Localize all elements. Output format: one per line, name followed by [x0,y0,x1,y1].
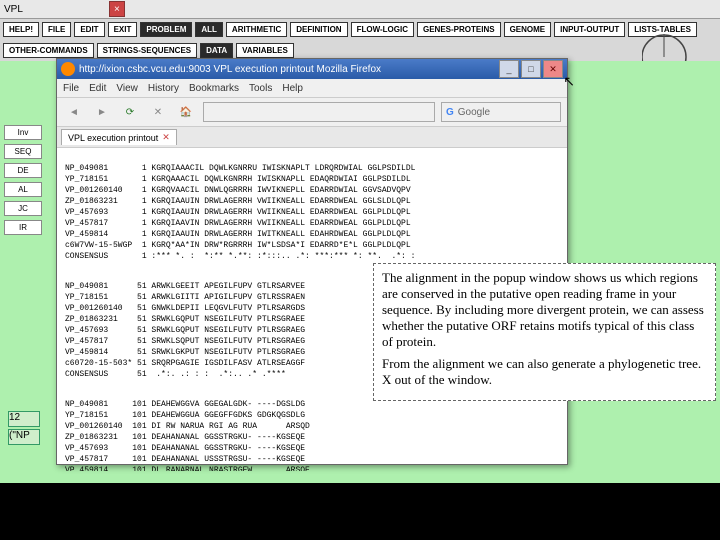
firefox-icon [61,62,75,76]
menu-history[interactable]: History [148,83,179,94]
toolbar: ◄ ► ⟳ ✕ 🏠 G Google [57,98,567,127]
help-button[interactable]: HELP! [3,22,39,37]
menu-view[interactable]: View [116,83,138,94]
tab-printout[interactable]: VPL execution printout ✕ [61,129,177,145]
al-button[interactable]: AL [4,182,42,197]
back-icon[interactable]: ◄ [63,101,85,123]
url-box[interactable] [203,102,435,122]
vpl-titlebar: VPL × [0,0,720,19]
popup-titlebar[interactable]: http://ixion.csbc.vcu.edu:9003 VPL execu… [57,59,567,79]
inputoutput-button[interactable]: INPUT-OUTPUT [554,22,625,37]
reload-icon[interactable]: ⟳ [119,101,141,123]
menu-edit[interactable]: Edit [89,83,106,94]
home-icon[interactable]: 🏠 [175,101,197,123]
cursor-icon: ↖ [563,73,575,90]
google-icon: G [446,107,454,118]
tab-label: VPL execution printout [68,133,158,143]
search-placeholder: Google [458,107,490,118]
inv-button[interactable]: Inv [4,125,42,140]
flowlogic-button[interactable]: FLOW-LOGIC [351,22,414,37]
firefox-popup: http://ixion.csbc.vcu.edu:9003 VPL execu… [56,58,568,465]
menu-tools[interactable]: Tools [249,83,272,94]
jc-button[interactable]: JC [4,201,42,216]
all-button[interactable]: ALL [195,22,223,37]
menu-bookmarks[interactable]: Bookmarks [189,83,239,94]
problem-button[interactable]: PROBLEM [140,22,192,37]
aln-block-1: NP_049081 1 KGRQIAAACIL DQWLKGNRRU IWISK… [65,163,559,262]
aln-block-3: NP_049081 101 DEAHEWGGVA GGEGALGDK- ----… [65,399,559,471]
strings-button[interactable]: STRINGS-SEQUENCES [97,43,197,58]
ir-button[interactable]: IR [4,220,42,235]
de-button[interactable]: DE [4,163,42,178]
close-icon[interactable]: ✕ [543,60,563,78]
menu-file[interactable]: File [63,83,79,94]
menu-help[interactable]: Help [282,83,303,94]
popup-url: http://ixion.csbc.vcu.edu:9003 VPL execu… [79,64,381,75]
search-input[interactable]: G Google [441,102,561,122]
vpl-title: VPL [4,4,23,15]
definition-button[interactable]: DEFINITION [290,22,347,37]
variables-button[interactable]: VARIABLES [236,43,294,58]
gb-12[interactable]: 12 [8,411,40,427]
command-row-1: HELP! FILE EDIT EXIT PROBLEM ALL ARITHME… [0,19,720,40]
vpl-close-icon[interactable]: × [109,1,125,17]
stop-icon[interactable]: ✕ [147,101,169,123]
arithmetic-button[interactable]: ARITHMETIC [226,22,287,37]
file-button[interactable]: FILE [42,22,71,37]
forward-icon[interactable]: ► [91,101,113,123]
other-button[interactable]: OTHER-COMMANDS [3,43,94,58]
tab-strip: VPL execution printout ✕ [57,127,567,148]
gb-np[interactable]: ("NP [8,429,40,445]
annotation-box: The alignment in the popup window shows … [373,263,716,401]
genome-button[interactable]: GENOME [504,22,552,37]
edit-button[interactable]: EDIT [74,22,104,37]
menubar: File Edit View History Bookmarks Tools H… [57,79,567,98]
data-button[interactable]: DATA [200,43,233,58]
annotation-p2: From the alignment we can also generate … [382,356,707,388]
exit-button[interactable]: EXIT [108,22,138,37]
annotation-p1: The alignment in the popup window shows … [382,270,707,350]
seq-button[interactable]: SEQ [4,144,42,159]
minimize-icon[interactable]: _ [499,60,519,78]
genes-button[interactable]: GENES-PROTEINS [417,22,501,37]
maximize-icon[interactable]: □ [521,60,541,78]
side-strip: Inv SEQ DE AL JC IR [2,121,44,239]
tab-close-icon[interactable]: ✕ [162,132,170,143]
